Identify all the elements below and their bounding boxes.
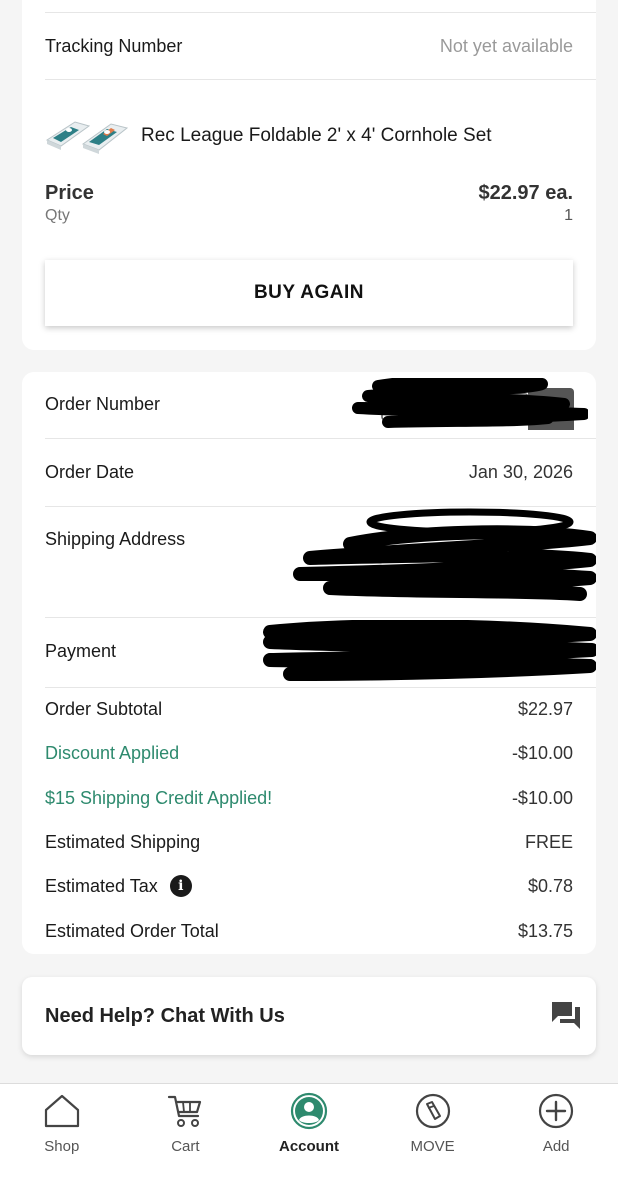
shipping-credit-row: $15 Shipping Credit Applied! -$10.00: [45, 788, 573, 809]
account-icon: [290, 1092, 328, 1130]
redacted-payment: [263, 620, 596, 681]
discount-label: Discount Applied: [45, 743, 180, 763]
estimated-tax-value: $0.78: [527, 875, 573, 896]
info-icon[interactable]: i: [169, 875, 192, 897]
qty-label: Qty: [45, 207, 70, 224]
redacted-order-number: [352, 378, 588, 430]
order-details-card: Order Number Order Date Jan 30, 2026 Shi…: [22, 372, 596, 954]
estimated-tax-label-group: Estimated Tax i: [45, 875, 192, 897]
shipping-credit-value: -$10.00: [511, 788, 573, 808]
cart-icon: [168, 1095, 202, 1127]
move-icon: [415, 1093, 450, 1129]
tab-account[interactable]: Account: [247, 1084, 371, 1200]
buy-again-button[interactable]: BUY AGAIN: [45, 260, 573, 326]
estimated-shipping-value: FREE: [524, 832, 573, 852]
divider: [45, 687, 596, 688]
order-total-value: $13.75: [517, 921, 573, 941]
discount-row: Discount Applied -$10.00: [45, 743, 573, 764]
chat-help-label[interactable]: Need Help? Chat With Us: [45, 1005, 285, 1028]
estimated-tax-row: Estimated Tax i $0.78: [45, 875, 573, 897]
order-total-row: Estimated Order Total $13.75: [45, 921, 573, 942]
chat-help-card[interactable]: Need Help? Chat With Us: [22, 977, 596, 1055]
divider: [45, 617, 596, 618]
order-date-row: Order Date Jan 30, 2026: [45, 462, 573, 483]
discount-value: -$10.00: [511, 743, 573, 763]
tab-label: Add: [542, 1138, 570, 1155]
order-total-label: Estimated Order Total: [45, 921, 219, 941]
payment-label: Payment: [45, 641, 117, 661]
order-number-label: Order Number: [45, 394, 161, 414]
price-label: Price: [45, 182, 94, 204]
bottom-tab-bar: Shop Cart Account MOVE Add: [0, 1083, 618, 1200]
product-name[interactable]: Rec League Foldable 2' x 4' Cornhole Set: [141, 125, 492, 147]
divider: [45, 79, 596, 80]
tab-cart[interactable]: Cart: [124, 1084, 248, 1200]
subtotal-value: $22.97: [517, 699, 573, 719]
subtotal-row: Order Subtotal $22.97: [45, 699, 573, 720]
plus-circle-icon: [539, 1093, 574, 1129]
order-date-label: Order Date: [45, 462, 135, 482]
qty-value: 1: [564, 207, 573, 224]
estimated-shipping-label: Estimated Shipping: [45, 832, 201, 852]
estimated-shipping-row: Estimated Shipping FREE: [45, 832, 573, 853]
divider: [45, 12, 596, 13]
tab-label: Shop: [44, 1138, 80, 1155]
tab-label: Account: [278, 1138, 339, 1155]
order-date-value: Jan 30, 2026: [468, 462, 573, 482]
subtotal-label: Order Subtotal: [45, 699, 163, 719]
product-row[interactable]: Rec League Foldable 2' x 4' Cornhole Set: [45, 114, 492, 158]
tab-label: MOVE: [410, 1138, 455, 1155]
price-value: $22.97 ea.: [478, 182, 573, 204]
tab-label: Cart: [171, 1138, 200, 1155]
divider: [45, 438, 596, 439]
tab-move[interactable]: MOVE: [371, 1084, 495, 1200]
redacted-shipping-address: [293, 508, 596, 601]
tracking-row: Tracking Number Not yet available: [45, 36, 573, 57]
shipping-address-label: Shipping Address: [45, 529, 186, 549]
chat-icon[interactable]: [550, 999, 582, 1031]
shipping-credit-label: $15 Shipping Credit Applied!: [45, 788, 273, 808]
cornhole-boards-thumbnail-icon: [45, 121, 129, 154]
tab-add[interactable]: Add: [494, 1084, 618, 1200]
tab-shop[interactable]: Shop: [0, 1084, 124, 1200]
estimated-tax-label: Estimated Tax: [45, 875, 158, 896]
order-item-card: Tracking Number Not yet available Rec Le…: [22, 0, 596, 350]
home-icon: [44, 1094, 79, 1128]
tracking-value: Not yet available: [439, 36, 573, 56]
tracking-label: Tracking Number: [45, 36, 183, 56]
